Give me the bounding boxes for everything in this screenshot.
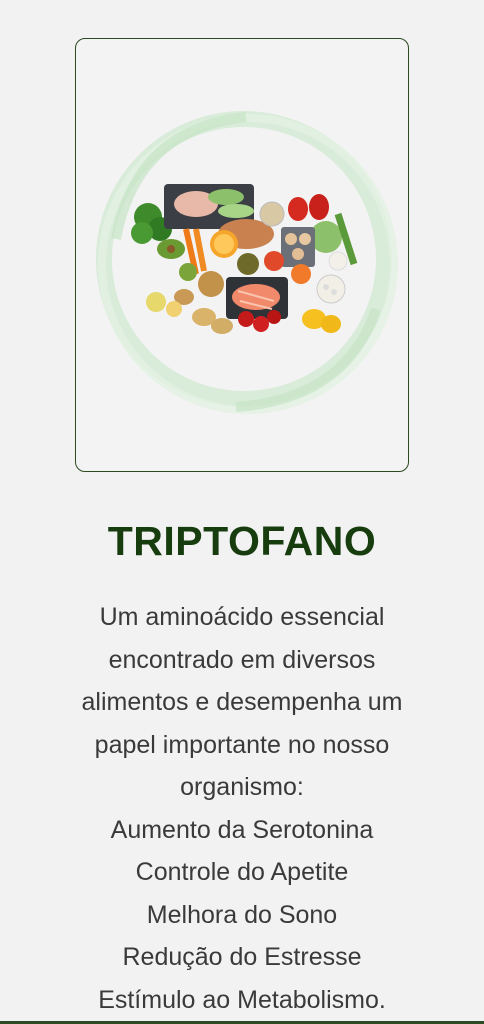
- description-line: papel importante no nosso: [94, 730, 390, 759]
- description-text: Um aminoácido essencial encontrado em di…: [40, 596, 444, 1021]
- description-line: organismo:: [180, 773, 304, 801]
- benefit-item: Redução do Estresse: [122, 943, 362, 971]
- page-title: TRIPTOFANO: [107, 518, 377, 564]
- description-line: encontrado em diversos: [108, 645, 376, 674]
- description-line: Um aminoácido essencial: [99, 603, 385, 631]
- healthy-food-plate-illustration-icon: [96, 111, 398, 414]
- description-line: alimentos e desempenha um: [81, 688, 403, 716]
- benefit-item: Controle do Apetite: [135, 858, 349, 886]
- benefit-item: Melhora do Sono: [146, 900, 338, 929]
- benefit-item: Aumento da Serotonina: [110, 815, 374, 844]
- benefit-item: Estímulo ao Metabolismo.: [98, 985, 386, 1014]
- food-image-card: [75, 38, 409, 472]
- content-section: TRIPTOFANO Um aminoácido essencial encon…: [0, 0, 484, 1024]
